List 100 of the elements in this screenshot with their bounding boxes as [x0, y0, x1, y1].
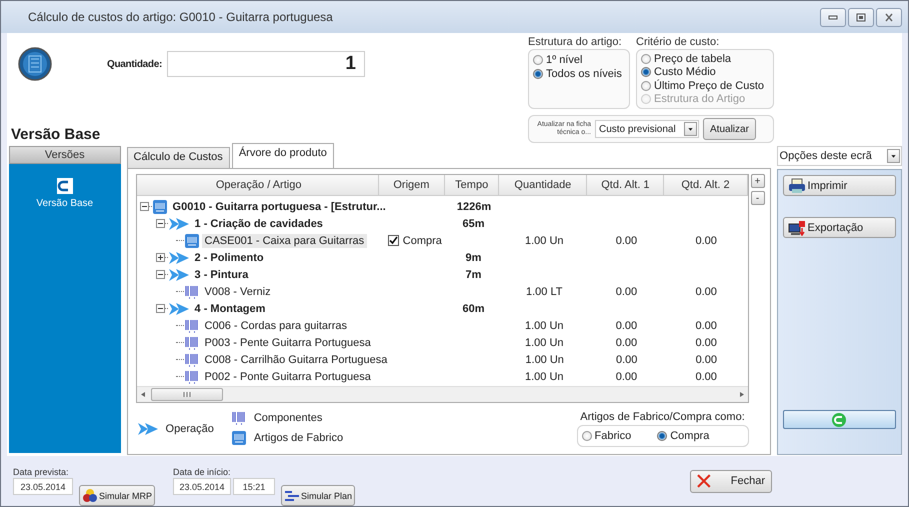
column-header[interactable]: Qtd. Alt. 2: [664, 175, 748, 195]
table-cell: 0.00: [616, 234, 638, 246]
tab[interactable]: Árvore do produto: [232, 143, 334, 168]
radio-button[interactable]: [533, 54, 543, 64]
radio-label[interactable]: Custo Médio: [654, 66, 716, 78]
print-button[interactable]: Imprimir: [782, 175, 896, 196]
table-cell: 65m: [462, 218, 484, 230]
table-cell: 1.00 LT: [526, 286, 562, 298]
time-field[interactable]: 15:21: [233, 478, 276, 495]
tree-item-label[interactable]: G0010 - Guitarra portuguesa - [Estrutur...: [170, 200, 389, 214]
radio-label[interactable]: Compra: [670, 430, 710, 442]
tab[interactable]: Cálculo de Custos: [126, 147, 230, 168]
radio-button[interactable]: [657, 431, 668, 441]
simulate-mrp-button[interactable]: Simular MRP: [79, 485, 156, 506]
screen-options-dropdown[interactable]: Opções deste ecrã: [776, 146, 902, 166]
version-item[interactable]: Versão Base: [32, 176, 98, 211]
logo-icon: [18, 45, 52, 83]
update-button[interactable]: Atualizar: [703, 118, 756, 140]
radio-label[interactable]: 1º nível: [546, 54, 582, 66]
date-label: Data prevista:: [13, 467, 70, 477]
tree-item-label[interactable]: C008 - Carrilhão Guitarra Portuguesa: [202, 352, 390, 366]
column-header[interactable]: Operação / Artigo: [136, 175, 379, 195]
table-cell: 0.00: [695, 234, 717, 246]
version-title: Versão Base: [11, 126, 102, 143]
table-cell: 1.00 Un: [524, 370, 564, 382]
collapse-icon[interactable]: [140, 202, 149, 211]
tree-item-label[interactable]: P002 - Ponte Guitarra Portuguesa: [202, 370, 374, 384]
radio-label[interactable]: Fabrico: [594, 430, 632, 442]
radio-button[interactable]: [582, 431, 592, 441]
caret-icon: [887, 149, 900, 163]
double-arrow-icon: [168, 250, 189, 264]
double-arrow-icon: [168, 216, 189, 230]
table-cell: 0.00: [616, 336, 638, 348]
bars-icon: [284, 490, 300, 502]
tree-item-label[interactable]: 2 - Polimento: [192, 250, 267, 264]
table-cell: 1.00 Un: [524, 320, 564, 332]
radio-button[interactable]: [641, 67, 651, 78]
origin-text: Compra: [402, 234, 442, 246]
radio-label[interactable]: Todos os níveis: [546, 68, 622, 80]
column-header[interactable]: Origem: [378, 175, 445, 195]
quantity-label: Quantidade:: [107, 58, 164, 70]
table-cell: 0.00: [695, 370, 717, 382]
tree-item-label[interactable]: CASE001 - Caixa para Guitarras: [202, 234, 368, 248]
table-cell: 1.00 Un: [525, 354, 564, 366]
column-header[interactable]: Tempo: [445, 175, 500, 195]
radio-button[interactable]: [641, 54, 651, 64]
radio-button[interactable]: [641, 80, 651, 91]
collapse-icon[interactable]: [156, 219, 165, 228]
close-button[interactable]: Fechar: [690, 470, 772, 492]
tree-item-label[interactable]: P003 - Pente Guitarra Portuguesa: [202, 336, 374, 350]
column-header[interactable]: Quantidade: [499, 175, 588, 195]
barcode-icon: [184, 284, 199, 298]
close-icon[interactable]: [876, 8, 902, 26]
date-field[interactable]: 23.05.2014: [13, 478, 73, 495]
expand-icon[interactable]: [156, 253, 165, 262]
group-label: Critério de custo:: [636, 36, 720, 48]
export-button[interactable]: Exportação: [782, 217, 896, 238]
collapse-icon[interactable]: [156, 270, 165, 279]
double-arrow-icon: [168, 302, 189, 316]
quantity-field[interactable]: 1: [167, 51, 365, 77]
barcode-icon: [184, 336, 199, 350]
date-field[interactable]: 23.05.2014: [173, 478, 232, 495]
legend-label: Operação: [166, 423, 214, 435]
minimize-icon[interactable]: [820, 8, 846, 26]
table-cell: 0.00: [695, 336, 717, 348]
tree-item-label[interactable]: 1 - Criação de cavidades: [192, 216, 326, 230]
table-cell: 60m: [462, 302, 484, 314]
date-label: Data de início:: [173, 467, 232, 477]
computer-export-icon: [788, 220, 806, 236]
circles-icon: [82, 488, 98, 503]
table-cell: 7m: [466, 268, 482, 280]
radio-label[interactable]: Último Preço de Custo: [654, 80, 764, 92]
simulate-plan-button[interactable]: Simular Plan: [281, 485, 356, 506]
radio-label[interactable]: Preço de tabela: [654, 53, 732, 66]
tree-button[interactable]: -: [750, 191, 765, 205]
table-cell: 0.00: [616, 370, 638, 382]
column-header[interactable]: Qtd. Alt. 1: [587, 175, 664, 195]
barcode-icon: [184, 370, 199, 384]
table-cell: 0.00: [616, 354, 638, 366]
tree-item-label[interactable]: 4 - Montagem: [192, 302, 268, 316]
table-cell: 0.00: [695, 286, 717, 298]
horizontal-scrollbar[interactable]: [136, 386, 748, 402]
barcode-icon: [232, 411, 246, 425]
grid-icon: [184, 234, 199, 248]
caret-icon: [684, 122, 697, 136]
double-arrow-icon: [138, 422, 158, 436]
checkbox[interactable]: [388, 235, 399, 246]
tree-item-label[interactable]: 3 - Pintura: [192, 268, 252, 282]
collapse-icon[interactable]: [156, 304, 165, 313]
cost-dropdown[interactable]: Custo previsional: [595, 120, 699, 138]
table-cell: 1226m: [456, 200, 492, 212]
tree-button[interactable]: +: [750, 174, 765, 188]
tree-item-label[interactable]: C006 - Cordas para guitarras: [202, 318, 350, 332]
back-button[interactable]: [782, 410, 896, 429]
group-label: Estrutura do artigo:: [528, 36, 623, 48]
printer-icon: [788, 178, 806, 194]
radio-button[interactable]: [533, 68, 543, 78]
table-cell: 1.00 Un: [524, 336, 564, 348]
tree-item-label[interactable]: V008 - Verniz: [202, 284, 274, 298]
maximize-icon[interactable]: [848, 8, 874, 26]
